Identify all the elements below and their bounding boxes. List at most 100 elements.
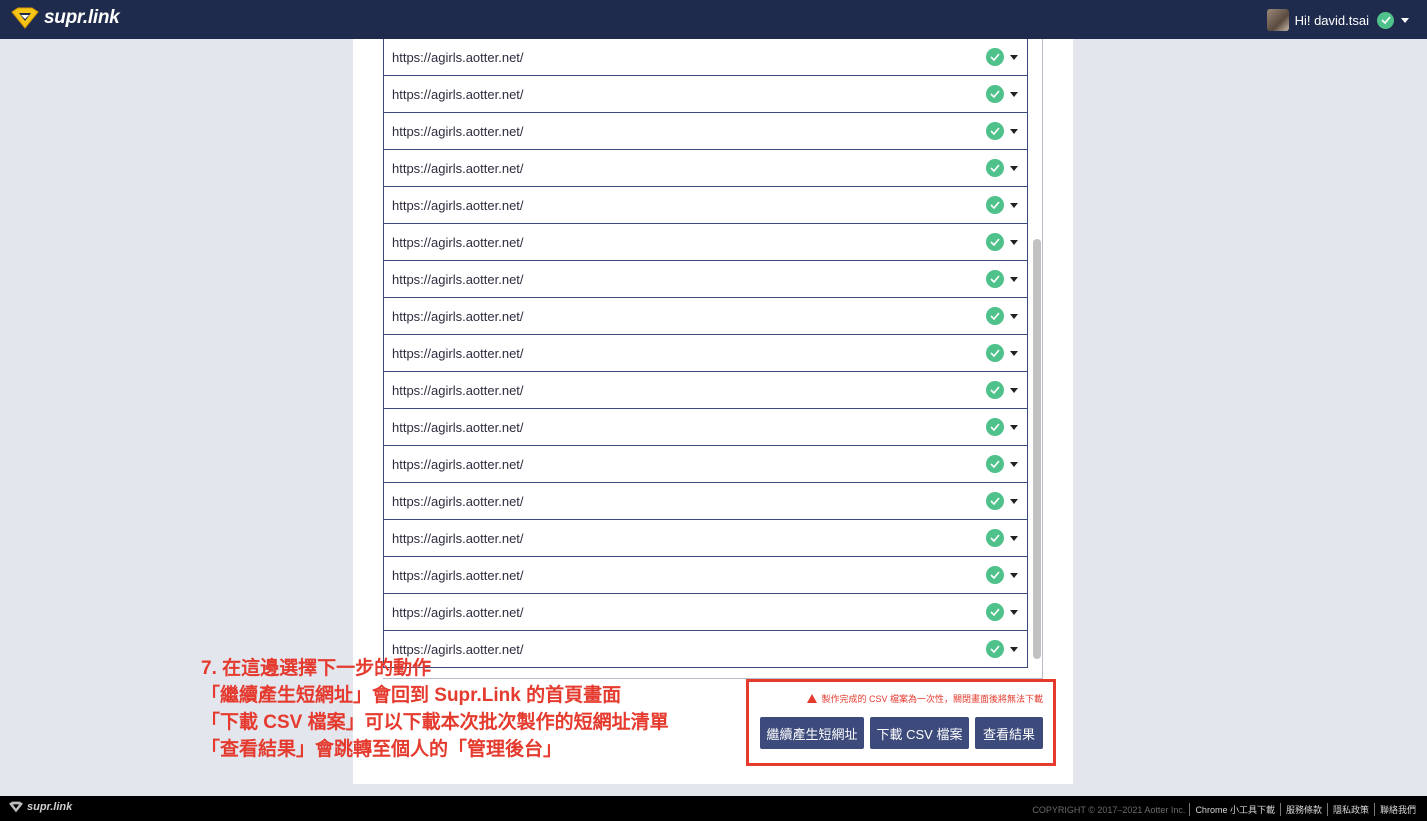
warning-text: 製作完成的 CSV 檔案為一次性，關閉畫面後將無法下載	[821, 694, 1043, 704]
footer-link-contact[interactable]: 聯絡我們	[1373, 803, 1421, 816]
user-menu[interactable]: Hi! david.tsai	[1266, 9, 1409, 31]
chevron-down-icon[interactable]	[1010, 462, 1018, 467]
url-row[interactable]: https://agirls.aotter.net/	[383, 298, 1028, 335]
chevron-down-icon[interactable]	[1010, 314, 1018, 319]
check-circle-icon	[986, 566, 1004, 584]
check-circle-icon	[986, 159, 1004, 177]
check-circle-icon	[986, 85, 1004, 103]
url-text: https://agirls.aotter.net/	[392, 493, 524, 509]
url-list: https://agirls.aotter.net/https://agirls…	[383, 39, 1028, 668]
chevron-down-icon[interactable]	[1010, 499, 1018, 504]
user-greeting: Hi! david.tsai	[1294, 12, 1369, 28]
url-row[interactable]: https://agirls.aotter.net/	[383, 261, 1028, 298]
url-text: https://agirls.aotter.net/	[392, 160, 524, 176]
chevron-down-icon[interactable]	[1010, 425, 1018, 430]
chevron-down-icon[interactable]	[1010, 610, 1018, 615]
annotation-line: 「下載 CSV 檔案」可以下載本次批次製作的短網址清單	[201, 712, 669, 733]
chevron-down-icon[interactable]	[1010, 203, 1018, 208]
check-circle-icon	[986, 233, 1004, 251]
check-circle-icon	[986, 48, 1004, 66]
url-text: https://agirls.aotter.net/	[392, 86, 524, 102]
chevron-down-icon[interactable]	[1010, 92, 1018, 97]
chevron-down-icon[interactable]	[1010, 55, 1018, 60]
check-circle-icon	[986, 270, 1004, 288]
chevron-down-icon[interactable]	[1010, 388, 1018, 393]
url-row[interactable]: https://agirls.aotter.net/	[383, 446, 1028, 483]
brand-logo[interactable]: supr.link	[10, 7, 120, 29]
annotation-line: 「繼續產生短網址」會回到 Supr.Link 的首頁畫面	[201, 685, 622, 706]
url-row[interactable]: https://agirls.aotter.net/	[383, 39, 1028, 76]
chevron-down-icon[interactable]	[1010, 277, 1018, 282]
url-row[interactable]: https://agirls.aotter.net/	[383, 483, 1028, 520]
diamond-logo-icon	[11, 7, 39, 29]
check-circle-icon	[986, 529, 1004, 547]
check-circle-icon	[986, 381, 1004, 399]
avatar	[1266, 9, 1289, 31]
url-row[interactable]: https://agirls.aotter.net/	[383, 335, 1028, 372]
logo-text: supr.link	[44, 7, 120, 28]
instruction-annotation: 7. 在這邊選擇下一步的動作 「繼續產生短網址」會回到 Supr.Link 的首…	[201, 655, 669, 763]
url-text: https://agirls.aotter.net/	[392, 456, 524, 472]
url-text: https://agirls.aotter.net/	[392, 123, 524, 139]
copyright-text: COPYRIGHT © 2017–2021 Aotter Inc.	[1032, 804, 1186, 815]
url-text: https://agirls.aotter.net/	[392, 271, 524, 287]
url-row[interactable]: https://agirls.aotter.net/	[383, 372, 1028, 409]
action-buttons: 繼續產生短網址 下載 CSV 檔案 查看結果	[760, 717, 1049, 749]
download-csv-button[interactable]: 下載 CSV 檔案	[870, 717, 969, 749]
footer-logo-text: supr.link	[27, 801, 73, 813]
csv-warning: 製作完成的 CSV 檔案為一次性，關閉畫面後將無法下載	[807, 692, 1043, 705]
url-row[interactable]: https://agirls.aotter.net/	[383, 520, 1028, 557]
check-circle-icon	[986, 418, 1004, 436]
chevron-down-icon[interactable]	[1010, 240, 1018, 245]
annotation-line: 7. 在這邊選擇下一步的動作	[201, 658, 432, 679]
footer-link-terms[interactable]: 服務條款	[1279, 803, 1327, 816]
chevron-down-icon[interactable]	[1010, 129, 1018, 134]
footer-links: COPYRIGHT © 2017–2021 Aotter Inc. Chrome…	[1032, 803, 1421, 816]
url-row[interactable]: https://agirls.aotter.net/	[383, 76, 1028, 113]
scrollbar-thumb[interactable]	[1033, 239, 1041, 659]
check-circle-icon	[986, 603, 1004, 621]
chevron-down-icon[interactable]	[1010, 647, 1018, 652]
chevron-down-icon[interactable]	[1401, 17, 1409, 23]
url-text: https://agirls.aotter.net/	[392, 419, 524, 435]
check-circle-icon	[986, 640, 1004, 658]
footer-link-chrome-extension[interactable]: Chrome 小工具下載	[1189, 803, 1280, 816]
warning-icon	[807, 694, 818, 703]
url-text: https://agirls.aotter.net/	[392, 197, 524, 213]
url-text: https://agirls.aotter.net/	[392, 382, 524, 398]
url-text: https://agirls.aotter.net/	[392, 530, 524, 546]
url-list-container: https://agirls.aotter.net/https://agirls…	[383, 39, 1043, 679]
view-results-button[interactable]: 查看結果	[975, 717, 1043, 749]
url-row[interactable]: https://agirls.aotter.net/	[383, 557, 1028, 594]
check-circle-icon	[986, 122, 1004, 140]
chevron-down-icon[interactable]	[1010, 166, 1018, 171]
check-circle-icon	[986, 492, 1004, 510]
chevron-down-icon[interactable]	[1010, 351, 1018, 356]
url-row[interactable]: https://agirls.aotter.net/	[383, 409, 1028, 446]
url-row[interactable]: https://agirls.aotter.net/	[383, 594, 1028, 631]
url-text: https://agirls.aotter.net/	[392, 567, 524, 583]
continue-shorten-button[interactable]: 繼續產生短網址	[760, 717, 864, 749]
action-highlight-box: 製作完成的 CSV 檔案為一次性，關閉畫面後將無法下載 繼續產生短網址 下載 C…	[746, 679, 1056, 766]
url-row[interactable]: https://agirls.aotter.net/	[383, 224, 1028, 261]
annotation-line: 「查看結果」會跳轉至個人的「管理後台」	[201, 739, 563, 760]
check-circle-icon	[986, 455, 1004, 473]
top-navbar: supr.link Hi! david.tsai	[0, 0, 1427, 39]
url-row[interactable]: https://agirls.aotter.net/	[383, 113, 1028, 150]
footer: supr.link COPYRIGHT © 2017–2021 Aotter I…	[0, 796, 1427, 821]
url-row[interactable]: https://agirls.aotter.net/	[383, 187, 1028, 224]
url-row[interactable]: https://agirls.aotter.net/	[383, 150, 1028, 187]
chevron-down-icon[interactable]	[1010, 536, 1018, 541]
diamond-logo-icon	[9, 801, 23, 813]
scrollbar[interactable]	[1031, 39, 1042, 678]
url-text: https://agirls.aotter.net/	[392, 234, 524, 250]
check-circle-icon	[986, 344, 1004, 362]
check-circle-icon	[986, 196, 1004, 214]
url-text: https://agirls.aotter.net/	[392, 345, 524, 361]
footer-logo[interactable]: supr.link	[8, 801, 72, 813]
check-circle-icon	[986, 307, 1004, 325]
verified-check-icon	[1377, 11, 1394, 29]
footer-link-privacy[interactable]: 隱私政策	[1326, 803, 1374, 816]
chevron-down-icon[interactable]	[1010, 573, 1018, 578]
url-text: https://agirls.aotter.net/	[392, 308, 524, 324]
